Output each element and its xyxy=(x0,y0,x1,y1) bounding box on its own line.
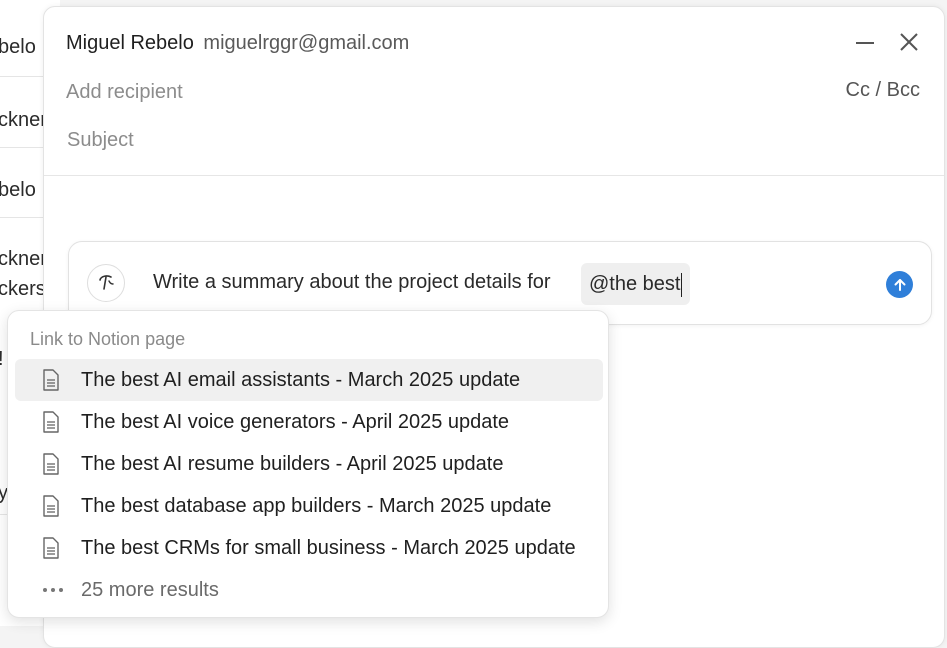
cc-bcc-button[interactable]: Cc / Bcc xyxy=(846,79,920,102)
minimize-icon xyxy=(856,42,874,44)
more-results-label: 25 more results xyxy=(81,579,219,601)
ai-assistant-icon xyxy=(87,264,125,302)
close-button[interactable] xyxy=(896,29,922,55)
mention-chip[interactable]: @the best xyxy=(581,263,691,305)
document-icon xyxy=(43,495,59,517)
notion-link-dropdown: Link to Notion page The best AI email as… xyxy=(7,310,609,618)
send-button[interactable] xyxy=(886,271,913,298)
more-dots-icon xyxy=(43,588,63,592)
sender-name: Miguel Rebelo xyxy=(66,32,194,54)
dropdown-item[interactable]: The best AI email assistants - March 202… xyxy=(15,359,603,401)
arrow-up-icon xyxy=(894,278,905,291)
sender: Miguel Rebelo miguelrggr@gmail.com xyxy=(66,32,409,55)
document-icon xyxy=(43,453,59,475)
dropdown-item-label: The best AI voice generators - April 202… xyxy=(81,411,510,433)
minimize-button[interactable] xyxy=(852,29,878,55)
dropdown-item-label: The best AI email assistants - March 202… xyxy=(81,369,521,391)
divider xyxy=(44,175,944,176)
document-icon xyxy=(43,411,59,433)
dropdown-item-label: The best CRMs for small business - March… xyxy=(81,537,576,559)
dropdown-item-label: The best database app builders - March 2… xyxy=(81,495,552,517)
dropdown-item[interactable]: The best AI voice generators - April 202… xyxy=(15,401,603,443)
document-icon xyxy=(43,369,59,391)
subject-input[interactable]: Subject xyxy=(67,129,134,152)
dropdown-item[interactable]: The best CRMs for small business - March… xyxy=(15,527,603,569)
sender-email: miguelrggr@gmail.com xyxy=(203,32,410,54)
dropdown-header: Link to Notion page xyxy=(30,329,186,349)
recipient-input[interactable]: Add recipient xyxy=(66,81,183,104)
dropdown-item[interactable]: The best AI resume builders - April 2025… xyxy=(15,443,603,485)
text-caret xyxy=(681,272,683,297)
dropdown-item[interactable]: The best database app builders - March 2… xyxy=(15,485,603,527)
close-icon xyxy=(900,33,918,51)
document-icon xyxy=(43,537,59,559)
dropdown-item-label: The best AI resume builders - April 2025… xyxy=(81,453,504,475)
ai-prompt-text[interactable]: Write a summary about the project detail… xyxy=(153,271,551,294)
more-results-button[interactable]: 25 more results xyxy=(15,569,603,611)
